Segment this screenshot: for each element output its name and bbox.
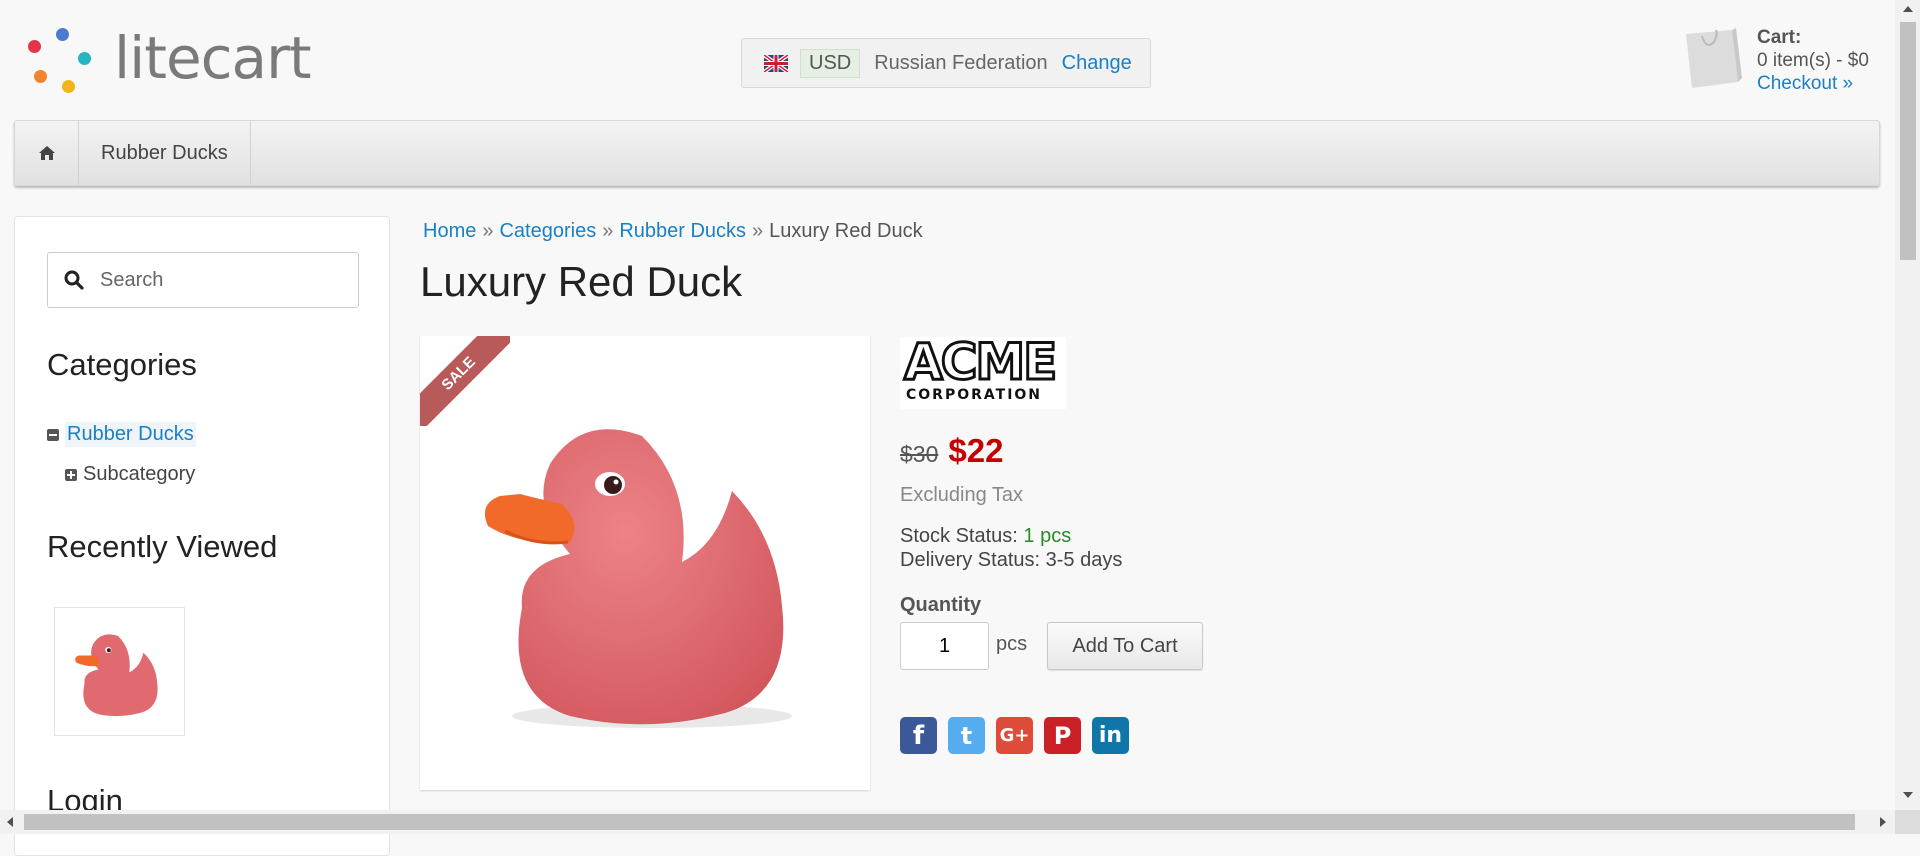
regular-price: $30 — [900, 441, 939, 467]
tax-note: Excluding Tax — [900, 484, 1024, 506]
quantity-label: Quantity — [900, 594, 982, 616]
home-icon — [38, 146, 55, 160]
quantity-input[interactable] — [900, 622, 989, 670]
checkout-link[interactable]: Checkout » — [1757, 73, 1853, 94]
campaign-price: $22 — [948, 432, 1004, 469]
sale-ribbon: SALE — [420, 336, 510, 426]
search-icon — [64, 270, 84, 290]
search-input[interactable] — [98, 267, 332, 293]
cart-summary: 0 item(s) - $0 — [1757, 50, 1869, 71]
breadcrumb-home[interactable]: Home — [423, 220, 476, 242]
stock-status-value: 1 pcs — [1023, 525, 1072, 547]
scroll-down-icon[interactable] — [1903, 792, 1913, 798]
google-plus-icon[interactable]: G+ — [996, 717, 1033, 754]
add-to-cart-button[interactable]: Add To Cart — [1047, 622, 1203, 670]
scroll-up-icon[interactable] — [1903, 6, 1913, 12]
linkedin-icon[interactable]: in — [1092, 717, 1129, 754]
nav-item-rubber-ducks[interactable]: Rubber Ducks — [79, 121, 251, 185]
nav-home-button[interactable] — [15, 121, 79, 185]
cart-title: Cart: — [1757, 27, 1802, 48]
breadcrumb-current: Luxury Red Duck — [769, 220, 923, 242]
logo-dot — [34, 70, 47, 83]
product-title: Luxury Red Duck — [420, 258, 743, 305]
horizontal-scrollbar[interactable] — [0, 810, 1895, 834]
litecart-logo[interactable]: litecart — [24, 24, 334, 98]
expand-icon[interactable] — [65, 468, 77, 481]
logo-dot — [62, 80, 75, 93]
shopping-bag-icon — [1686, 28, 1742, 88]
scroll-right-icon[interactable] — [1880, 817, 1886, 827]
category-link[interactable]: Subcategory — [83, 463, 195, 486]
stock-status-label: Stock Status: — [900, 525, 1018, 547]
twitter-icon[interactable]: t — [948, 717, 985, 754]
collapse-icon[interactable] — [47, 428, 59, 441]
manufacturer-logo-subtitle: CORPORATION — [906, 387, 1043, 403]
currency-badge: USD — [800, 48, 861, 78]
scroll-left-icon[interactable] — [7, 817, 13, 827]
logo-dot — [28, 40, 41, 53]
recently-viewed-heading: Recently Viewed — [47, 529, 278, 564]
duck-thumbnail-image — [75, 634, 158, 717]
logo-dot — [78, 52, 91, 65]
country-name: Russian Federation — [874, 51, 1048, 74]
logo-dot — [56, 28, 69, 41]
cart-widget[interactable]: Cart: 0 item(s) - $0 Checkout » — [1680, 26, 1890, 100]
vertical-scroll-thumb[interactable] — [1900, 22, 1916, 260]
facebook-icon[interactable]: f — [900, 717, 937, 754]
scrollbar-corner — [1895, 810, 1920, 834]
recently-viewed-thumbnail[interactable] — [54, 607, 185, 736]
manufacturer-logo-name: ACME — [902, 332, 1058, 393]
horizontal-scroll-thumb[interactable] — [24, 814, 1855, 830]
delivery-status: Delivery Status: 3-5 days — [900, 549, 1123, 571]
categories-heading: Categories — [47, 347, 197, 382]
uk-flag-icon — [764, 54, 788, 72]
manufacturer-logo[interactable]: ACME CORPORATION — [900, 332, 1066, 409]
search-box[interactable] — [47, 252, 359, 308]
region-selector: USD Russian Federation Change — [741, 38, 1151, 88]
main-navbar: Rubber Ducks — [14, 120, 1880, 186]
change-region-link[interactable]: Change — [1062, 52, 1132, 75]
stock-info: Stock Status: 1 pcs Delivery Status: 3-5… — [900, 524, 1122, 572]
breadcrumb: Home» Categories» Rubber Ducks» Luxury Red … — [423, 220, 923, 242]
sidebar: Categories Rubber Ducks Subcategory Rece… — [14, 216, 390, 856]
price-block: $30 $22 — [900, 432, 1003, 470]
breadcrumb-rubber-ducks[interactable]: Rubber Ducks — [619, 220, 746, 242]
sale-badge: SALE — [420, 336, 510, 426]
category-item-rubber-ducks[interactable]: Rubber Ducks — [47, 422, 196, 447]
category-link[interactable]: Rubber Ducks — [65, 422, 196, 447]
quantity-unit: pcs — [996, 633, 1028, 655]
breadcrumb-categories[interactable]: Categories — [499, 220, 596, 242]
vertical-scrollbar[interactable] — [1895, 0, 1920, 834]
logo-text: litecart — [114, 24, 312, 92]
social-share-bar: f t G+ P in — [900, 717, 1129, 754]
category-item-subcategory[interactable]: Subcategory — [65, 463, 195, 486]
pinterest-icon[interactable]: P — [1044, 717, 1081, 754]
product-image[interactable]: SALE — [420, 336, 870, 790]
